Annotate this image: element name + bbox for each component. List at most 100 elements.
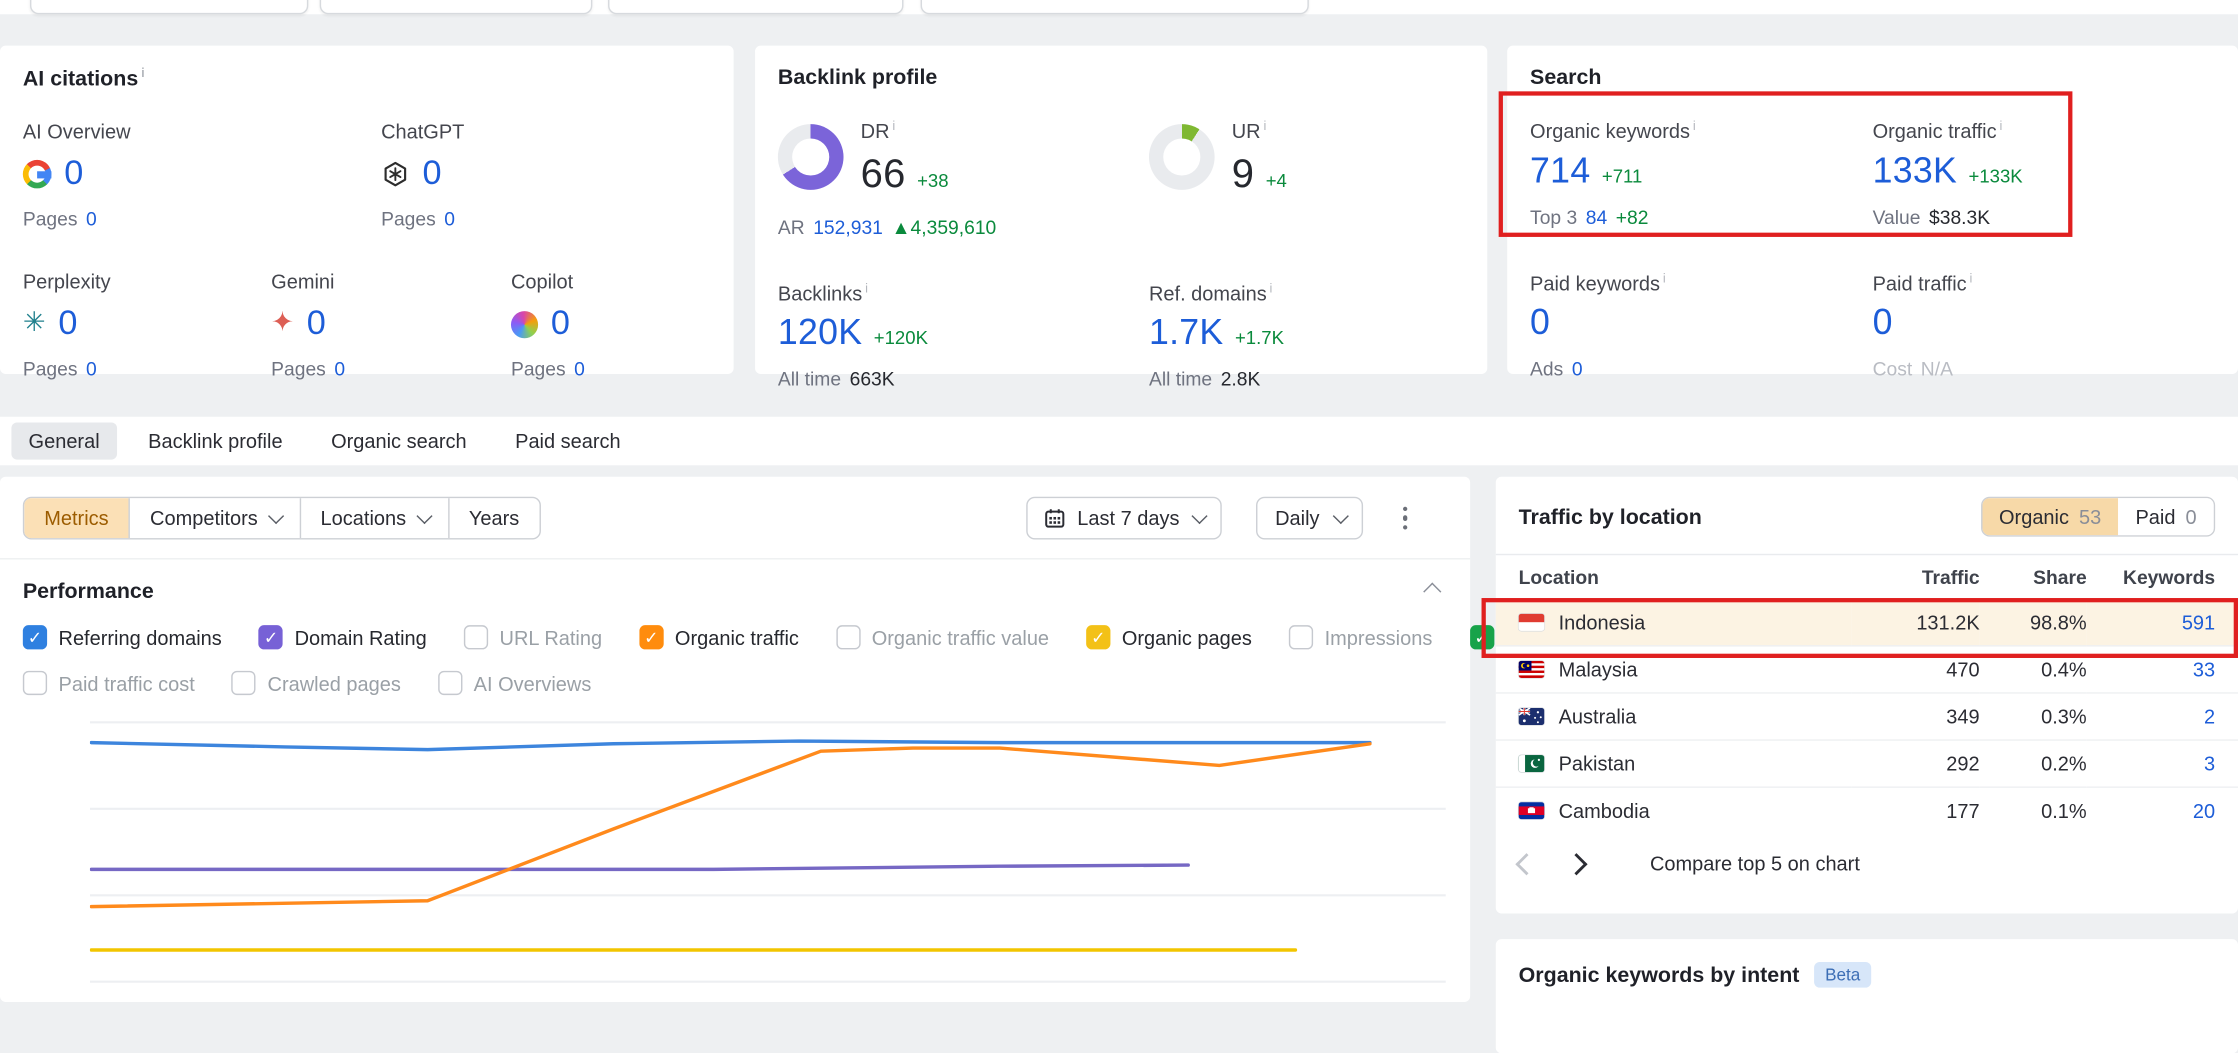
ai-item-value[interactable]: 0: [422, 154, 441, 194]
table-row-indonesia[interactable]: Indonesia 131.2K 98.8% 591: [1496, 599, 2238, 645]
top-input-stub[interactable]: [921, 0, 1309, 14]
checkbox[interactable]: [438, 671, 462, 695]
backlinks-value-link[interactable]: 120K: [778, 313, 862, 354]
ai-item-value[interactable]: 0: [307, 304, 326, 344]
top-input-stub[interactable]: [30, 0, 308, 14]
collapse-chevron-icon[interactable]: [1423, 583, 1441, 601]
metric-paid-traffic: Paid traffici 0 Cost N/A: [1873, 271, 2216, 380]
calendar-icon: [1044, 508, 1064, 528]
ai-item-value[interactable]: 0: [551, 304, 570, 344]
segment-years[interactable]: Years: [448, 498, 540, 538]
pages-link[interactable]: 0: [574, 358, 585, 379]
checkbox[interactable]: [1289, 625, 1313, 649]
pages-link[interactable]: 0: [86, 208, 97, 229]
ai-item-label: Gemini: [271, 270, 511, 293]
table-row-malaysia[interactable]: Malaysia 470 0.4% 33: [1496, 646, 2238, 693]
pages-link[interactable]: 0: [86, 358, 97, 379]
checkbox[interactable]: [23, 671, 47, 695]
info-icon[interactable]: i: [1263, 118, 1266, 132]
keywords-by-intent-title: Organic keywords by intent: [1519, 963, 1800, 987]
performance-chart[interactable]: [90, 715, 1447, 1025]
keywords-link[interactable]: 3: [2204, 752, 2215, 775]
chart-filter-segments: Metrics Competitors Locations Years: [23, 497, 541, 540]
organic-paid-toggle: Organic 53 Paid 0: [1980, 497, 2215, 537]
ai-item-copilot: Copilot 0 Pages 0: [511, 270, 711, 380]
ref-domains-value-link[interactable]: 1.7K: [1149, 313, 1224, 354]
metric-checkbox-crawled-pages[interactable]: Crawled pages: [232, 671, 401, 695]
checkbox[interactable]: [232, 671, 256, 695]
metric-checkbox-domain-rating[interactable]: Domain Rating: [259, 625, 427, 649]
column-header-location[interactable]: Location: [1496, 555, 1851, 599]
pages-link[interactable]: 0: [444, 208, 455, 229]
dr-donut-chart: [778, 125, 844, 191]
column-header-keywords[interactable]: Keywords: [2087, 555, 2238, 599]
info-icon[interactable]: i: [1999, 118, 2002, 132]
metric-checkbox-organic-traffic-value[interactable]: Organic traffic value: [836, 625, 1049, 649]
toggle-organic[interactable]: Organic 53: [1982, 498, 2118, 535]
ai-item-label: Perplexity: [23, 270, 271, 293]
dashboard-stage: AI citationsi AI Overview 0 Pages 0 Chat…: [0, 0, 2238, 1002]
info-icon[interactable]: i: [865, 281, 868, 295]
table-row-pakistan[interactable]: Pakistan 292 0.2% 3: [1496, 740, 2238, 787]
metric-checkbox-url-rating[interactable]: URL Rating: [464, 625, 602, 649]
tab-backlink-profile[interactable]: Backlink profile: [131, 422, 300, 459]
search-title: Search: [1530, 66, 2215, 90]
tab-general[interactable]: General: [11, 422, 116, 459]
metric-checkbox-ai-overviews[interactable]: AI Overviews: [438, 671, 591, 695]
info-icon[interactable]: i: [1663, 271, 1666, 285]
toggle-paid[interactable]: Paid 0: [2118, 498, 2213, 535]
table-row-australia[interactable]: Australia 349 0.3% 2: [1496, 693, 2238, 740]
traffic-by-location-panel: Traffic by location Organic 53 Paid 0 Lo…: [1496, 477, 2238, 914]
top3-value-link[interactable]: 84: [1586, 206, 1607, 227]
paid-keywords-value-link[interactable]: 0: [1530, 303, 1550, 344]
ai-item-value[interactable]: 0: [58, 304, 77, 344]
metric-checkbox-impressions[interactable]: Impressions: [1289, 625, 1432, 649]
keywords-link[interactable]: 2: [2204, 705, 2215, 728]
pages-link[interactable]: 0: [334, 358, 345, 379]
date-range-button[interactable]: Last 7 days: [1026, 497, 1222, 540]
ads-value-link[interactable]: 0: [1572, 359, 1583, 380]
compare-top5-link[interactable]: Compare top 5 on chart: [1650, 852, 1860, 875]
paid-traffic-value-link[interactable]: 0: [1873, 303, 1893, 344]
column-header-share[interactable]: Share: [1980, 555, 2087, 599]
top-input-stub[interactable]: [608, 0, 903, 14]
metric-checkbox-referring-domains[interactable]: Referring domains: [23, 625, 222, 649]
info-icon[interactable]: i: [1693, 118, 1696, 132]
tab-paid-search[interactable]: Paid search: [498, 422, 638, 459]
top-input-stub[interactable]: [320, 0, 593, 14]
ar-value-link[interactable]: 152,931: [813, 216, 883, 237]
checkbox[interactable]: [639, 625, 663, 649]
segment-competitors[interactable]: Competitors: [129, 498, 300, 538]
organic-traffic-value-link[interactable]: 133K: [1873, 151, 1957, 192]
keywords-link[interactable]: 33: [2193, 658, 2215, 681]
checkbox[interactable]: [464, 625, 488, 649]
checkbox[interactable]: [836, 625, 860, 649]
metric-checkbox-paid-traffic-cost[interactable]: Paid traffic cost: [23, 671, 195, 695]
metric-checkbox-organic-pages[interactable]: Organic pages: [1086, 625, 1252, 649]
organic-keywords-value-link[interactable]: 714: [1530, 151, 1590, 192]
metric-checkbox-organic-traffic[interactable]: Organic traffic: [639, 625, 799, 649]
pakistan-flag: [1519, 755, 1545, 772]
info-icon[interactable]: i: [1270, 281, 1273, 295]
granularity-button[interactable]: Daily: [1257, 497, 1363, 540]
australia-flag: [1519, 708, 1545, 725]
prev-page-chevron-icon[interactable]: [1515, 852, 1537, 874]
column-header-traffic[interactable]: Traffic: [1851, 555, 1979, 599]
checkbox[interactable]: [1086, 625, 1110, 649]
more-options-kebab-icon[interactable]: [1397, 501, 1413, 536]
ai-item-value[interactable]: 0: [64, 154, 83, 194]
segment-locations[interactable]: Locations: [299, 498, 447, 538]
keywords-link[interactable]: 20: [2193, 799, 2215, 822]
checkbox[interactable]: [1469, 625, 1493, 649]
tab-organic-search[interactable]: Organic search: [314, 422, 484, 459]
info-icon[interactable]: i: [1970, 271, 1973, 285]
keywords-link[interactable]: 591: [2182, 611, 2215, 634]
info-icon[interactable]: i: [141, 66, 145, 80]
checkbox[interactable]: [23, 625, 47, 649]
next-page-chevron-icon[interactable]: [1565, 852, 1587, 874]
checkbox[interactable]: [259, 625, 283, 649]
table-row-cambodia[interactable]: Cambodia 177 0.1% 20: [1496, 787, 2238, 833]
segment-metrics[interactable]: Metrics: [24, 498, 128, 538]
metric-label: Paid traffici: [1873, 271, 2216, 295]
info-icon[interactable]: i: [892, 118, 895, 132]
